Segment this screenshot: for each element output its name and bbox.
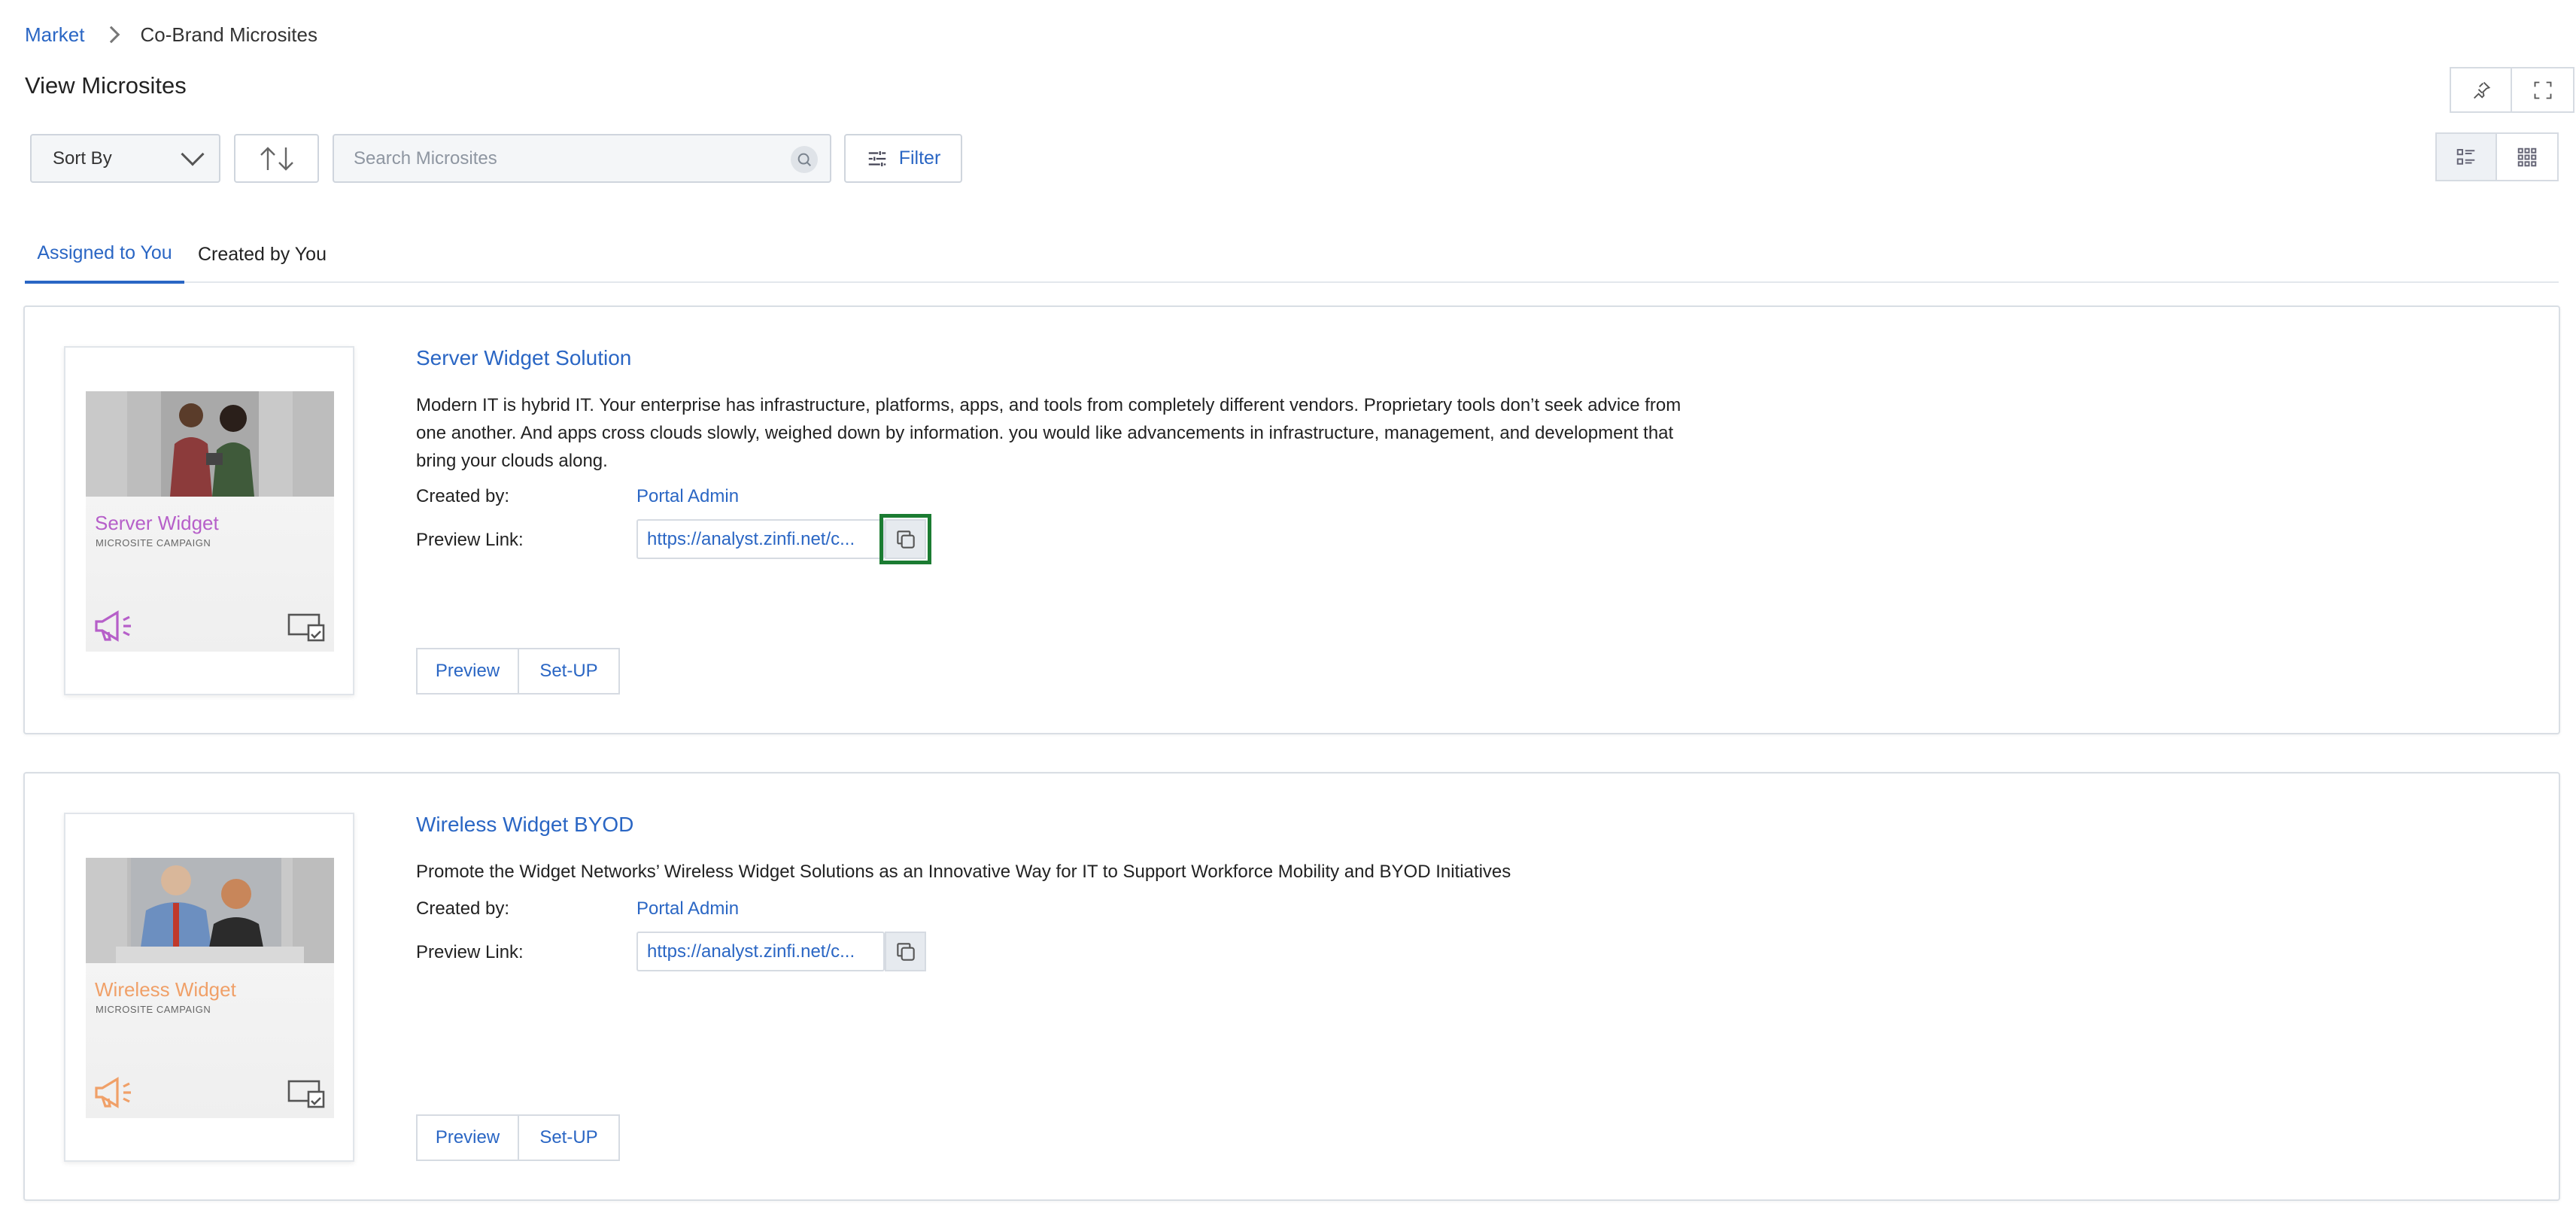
- megaphone-icon: [95, 1077, 131, 1108]
- sort-by-select[interactable]: Sort By: [30, 134, 220, 183]
- preview-link-label: Preview Link:: [416, 942, 524, 962]
- device-icon: [287, 1080, 325, 1108]
- created-by-link[interactable]: Portal Admin: [636, 486, 739, 507]
- created-by-label: Created by:: [416, 898, 510, 919]
- grid-view-icon: [2517, 147, 2537, 166]
- thumbnail-image: Wireless Widget MICROSITE CAMPAIGN: [86, 858, 334, 1118]
- filter-sliders-icon: [868, 150, 886, 166]
- microsite-description: Modern IT is hybrid IT. Your enterprise …: [416, 395, 1681, 471]
- preview-button[interactable]: Preview: [416, 1114, 519, 1161]
- tab-assigned-to-you[interactable]: Assigned to You: [25, 226, 184, 284]
- sort-by-label: Sort By: [53, 147, 112, 169]
- search-field[interactable]: [333, 134, 831, 183]
- microsite-card: Wireless Widget MICROSITE CAMPAIGN Wirel…: [23, 772, 2560, 1201]
- copy-link-button[interactable]: [879, 514, 931, 564]
- copy-link-button[interactable]: [885, 932, 926, 971]
- preview-link-field[interactable]: https://analyst.zinfi.net/c...: [636, 519, 885, 559]
- sort-arrows-icon: [260, 146, 293, 171]
- copy-icon: [896, 942, 915, 961]
- search-input[interactable]: [354, 147, 775, 169]
- microsite-card: Server Widget MICROSITE CAMPAIGN Server …: [23, 305, 2560, 734]
- breadcrumb-current: Co-Brand Microsites: [140, 23, 317, 46]
- microsite-title-link[interactable]: Wireless Widget BYOD: [416, 813, 633, 837]
- search-button[interactable]: [791, 146, 818, 173]
- campaign-photo: [86, 391, 334, 497]
- list-view-icon: [2456, 148, 2475, 165]
- tab-bar: Assigned to You Created by You: [25, 226, 2559, 284]
- thumbnail-title: Wireless Widget: [95, 978, 236, 1001]
- microsites-page: Market Co-Brand Microsites View Microsit…: [0, 0, 2576, 1228]
- microsite-title-link[interactable]: Server Widget Solution: [416, 346, 631, 370]
- setup-button[interactable]: Set-UP: [519, 648, 620, 695]
- filter-button[interactable]: Filter: [844, 134, 962, 183]
- thumbnail-subtitle: MICROSITE CAMPAIGN: [96, 1004, 211, 1015]
- pin-icon: [2473, 81, 2490, 99]
- view-toggle: [2435, 132, 2559, 181]
- grid-view-button[interactable]: [2497, 132, 2559, 181]
- microsite-description: Promote the Widget Networks’ Wireless Wi…: [416, 862, 1511, 882]
- campaign-photo: [86, 858, 334, 963]
- breadcrumb: Market Co-Brand Microsites: [25, 21, 317, 48]
- filter-label: Filter: [898, 147, 941, 169]
- preview-link-url: https://analyst.zinfi.net/c...: [647, 941, 855, 962]
- breadcrumb-market-link[interactable]: Market: [25, 23, 84, 47]
- page-title: View Microsites: [25, 72, 187, 99]
- device-icon: [287, 613, 325, 642]
- list-view-button[interactable]: [2435, 132, 2497, 181]
- tab-created-by-you[interactable]: Created by You: [198, 226, 327, 283]
- page-actions: [2450, 67, 2574, 113]
- people-illustration: [116, 858, 304, 963]
- preview-link-url: https://analyst.zinfi.net/c...: [647, 528, 855, 549]
- thumbnail-subtitle: MICROSITE CAMPAIGN: [96, 537, 211, 549]
- created-by-link[interactable]: Portal Admin: [636, 898, 739, 919]
- created-by-label: Created by:: [416, 486, 510, 506]
- thumbnail-image: Server Widget MICROSITE CAMPAIGN: [86, 391, 334, 652]
- preview-button[interactable]: Preview: [416, 648, 519, 695]
- fullscreen-button[interactable]: [2512, 67, 2574, 113]
- pin-button[interactable]: [2450, 67, 2512, 113]
- preview-link-field[interactable]: https://analyst.zinfi.net/c...: [636, 932, 885, 971]
- chevron-down-icon: [181, 142, 205, 166]
- microsite-actions: Preview Set-UP: [416, 648, 620, 695]
- search-icon: [797, 153, 811, 166]
- microsite-thumbnail[interactable]: Wireless Widget MICROSITE CAMPAIGN: [64, 813, 354, 1162]
- setup-button[interactable]: Set-UP: [519, 1114, 620, 1161]
- fullscreen-icon: [2534, 81, 2551, 99]
- thumbnail-title: Server Widget: [95, 512, 219, 534]
- megaphone-icon: [95, 610, 131, 642]
- microsite-thumbnail[interactable]: Server Widget MICROSITE CAMPAIGN: [64, 346, 354, 695]
- sort-direction-button[interactable]: [234, 134, 319, 183]
- microsite-actions: Preview Set-UP: [416, 1114, 620, 1161]
- preview-link-label: Preview Link:: [416, 530, 524, 550]
- people-illustration: [161, 391, 259, 497]
- copy-icon: [896, 530, 915, 549]
- chevron-right-icon: [103, 26, 120, 44]
